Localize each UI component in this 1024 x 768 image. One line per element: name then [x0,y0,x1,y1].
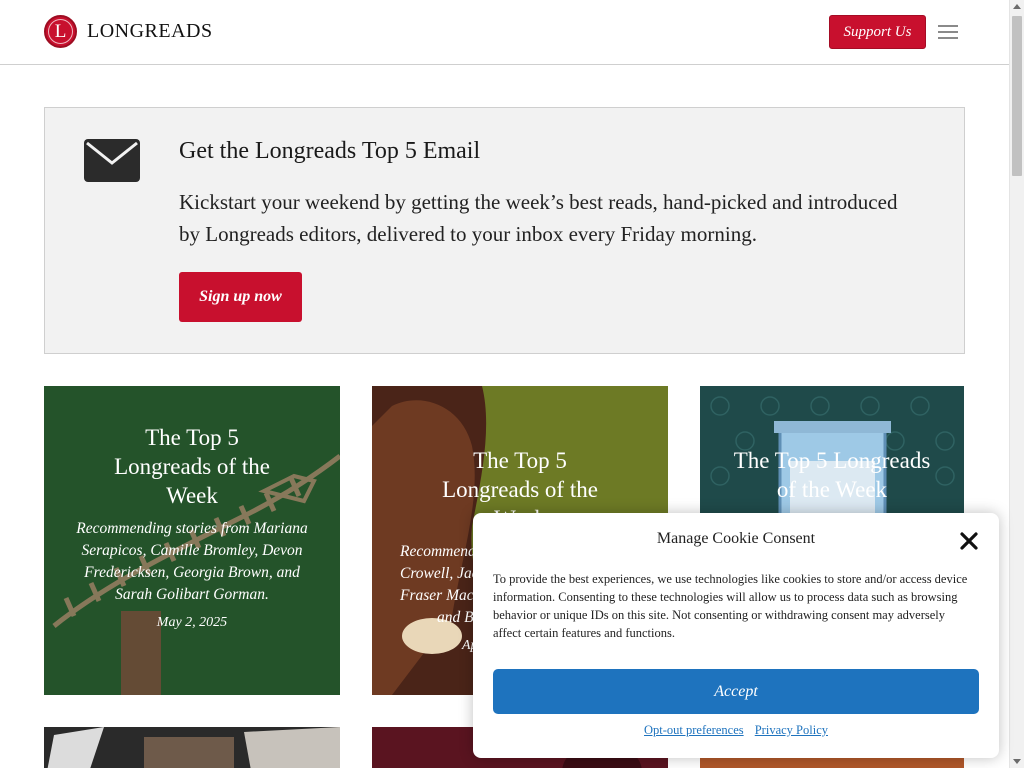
site-logo[interactable]: L LONGREADS [44,15,213,48]
scrollbar-thumb[interactable] [1012,16,1022,176]
opt-out-preferences-link[interactable]: Opt-out preferences [644,723,744,737]
scroll-up-arrow-icon[interactable] [1013,4,1021,9]
newsletter-title: Get the Longreads Top 5 Email [179,138,481,164]
article-card[interactable]: The Top 5 Longreads of the Week Recommen… [44,386,340,695]
article-card[interactable] [44,727,340,768]
newsletter-description: Kickstart your weekend by getting the we… [179,190,898,246]
card-background-image [44,727,340,768]
cookie-consent-dialog: Manage Cookie Consent To provide the bes… [473,513,999,758]
close-icon[interactable] [958,530,980,552]
newsletter-signup-box: Get the Longreads Top 5 Email Kickstart … [44,107,965,354]
logo-text: LONGREADS [87,20,213,42]
privacy-policy-link[interactable]: Privacy Policy [755,723,828,737]
sign-up-button[interactable]: Sign up now [179,272,302,322]
cookie-description: To provide the best experiences, we use … [493,572,968,640]
page-scrollbar[interactable] [1009,0,1024,768]
cookie-links: Opt-out preferences Privacy Policy [473,723,999,738]
card-date: May 2, 2025 [156,615,228,630]
site-header: L LONGREADS Support Us [0,0,1009,65]
card-title[interactable]: The Top 5 Longreads of the Week [700,446,964,504]
support-us-button[interactable]: Support Us [829,15,926,49]
scroll-down-arrow-icon[interactable] [1013,759,1021,764]
envelope-icon [84,139,140,182]
logo-mark-icon: L [44,15,77,48]
card-title[interactable]: The Top 5 Longreads of the Week [44,423,340,510]
accept-button[interactable]: Accept [493,669,979,714]
card-description: Recommending stories from Mariana Serapi… [76,520,308,603]
hamburger-menu-icon[interactable] [937,24,959,40]
cookie-dialog-title: Manage Cookie Consent [656,530,816,547]
